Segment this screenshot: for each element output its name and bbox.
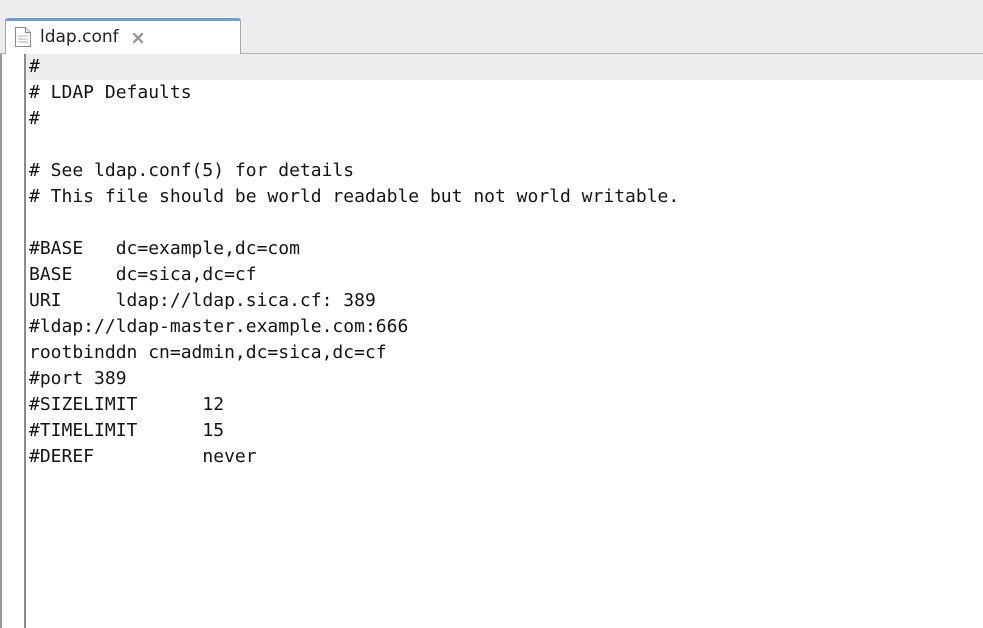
code-line-14: #SIZELIMIT 12: [29, 394, 225, 415]
code-line-15: #TIMELIMIT 15: [29, 420, 225, 441]
text-area[interactable]: # # LDAP Defaults # # See ldap.conf(5) f…: [24, 54, 983, 628]
code-line-16: #DEREF never: [29, 446, 257, 467]
code-line-8: #BASE dc=example,dc=com: [29, 238, 300, 259]
close-icon[interactable]: [131, 30, 145, 44]
tab-ldap-conf[interactable]: ldap.conf: [5, 18, 241, 55]
editor-window: ldap.conf # # LDAP Defaults # # See ldap…: [0, 0, 983, 628]
code-line-2: # LDAP Defaults: [29, 82, 192, 103]
tab-label: ldap.conf: [40, 27, 119, 47]
code-line-11: #ldap://ldap-master.example.com:666: [29, 316, 409, 337]
code-line-12: rootbinddn cn=admin,dc=sica,dc=cf: [29, 342, 387, 363]
code-line-10: URI ldap://ldap.sica.cf: 389: [29, 290, 376, 311]
code-line-9: BASE dc=sica,dc=cf: [29, 264, 257, 285]
code-line-5: # See ldap.conf(5) for details: [29, 160, 355, 181]
code-line-6: # This file should be world readable but…: [29, 186, 680, 207]
code-line-13: #port 389: [29, 368, 127, 389]
document-icon: [14, 26, 32, 48]
code-line-3: #: [29, 108, 40, 129]
tab-bar: ldap.conf: [0, 0, 983, 55]
tab-active-indicator: [5, 18, 241, 21]
text-editor[interactable]: # # LDAP Defaults # # See ldap.conf(5) f…: [0, 54, 983, 628]
code-line-1: #: [26, 54, 983, 80]
